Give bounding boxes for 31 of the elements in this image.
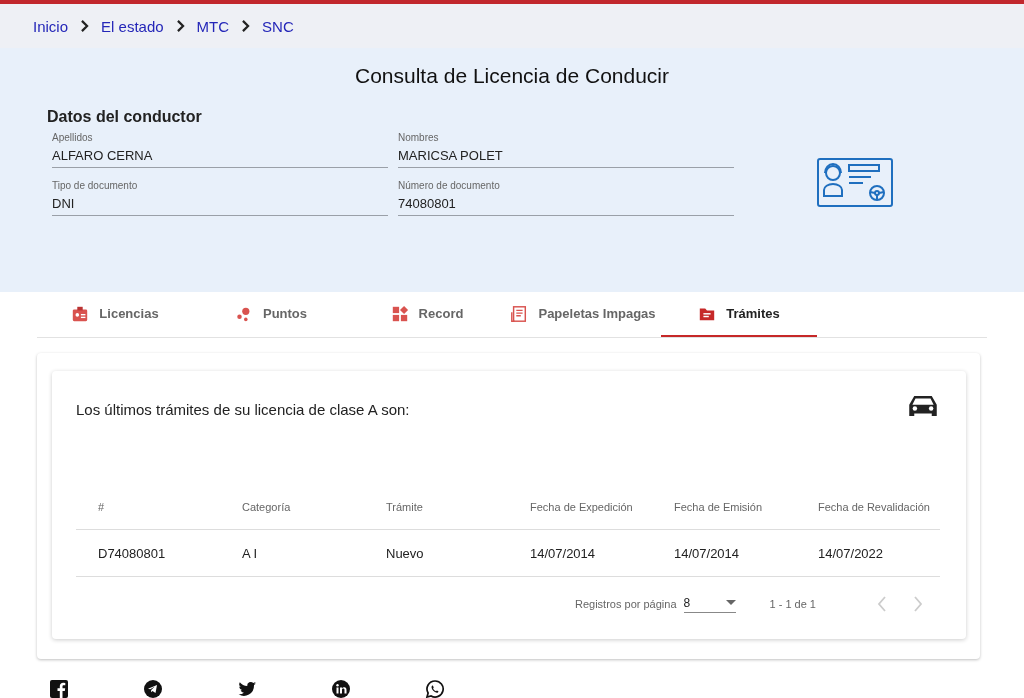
column-header: Fecha de Expedición (508, 485, 652, 530)
tab[interactable]: Trámites (661, 292, 817, 337)
table-cell: Nuevo (364, 529, 508, 577)
column-header: # (76, 485, 220, 530)
table-cell: 14/07/2014 (652, 529, 796, 577)
breadcrumb-link[interactable]: El estado (101, 17, 164, 35)
tab[interactable]: Record (349, 292, 505, 337)
rows-per-page-label: Registros por página (575, 598, 677, 610)
section-heading: Datos del conductor (47, 108, 203, 126)
rows-per-page-select[interactable]: 8 (683, 595, 736, 613)
column-header: Categoría (220, 485, 364, 530)
text-field[interactable]: Número de documento 74080801 (398, 180, 734, 216)
breadcrumb-link[interactable]: MTC (196, 17, 230, 35)
table-cell: A I (220, 529, 364, 577)
tab[interactable]: Puntos (193, 292, 349, 337)
tab[interactable]: Licencias (37, 292, 193, 337)
breadcrumb-link[interactable]: Inicio (33, 17, 69, 35)
text-field[interactable]: Apellidos ALFARO CERNA (52, 132, 388, 168)
table-cell: D74080801 (76, 529, 220, 577)
table-cell: 14/07/2022 (796, 529, 940, 577)
table-cell: 14/07/2014 (508, 529, 652, 577)
text-field[interactable]: Nombres MARICSA POLET (398, 132, 734, 168)
column-header: Fecha de Revalidación (796, 485, 940, 530)
breadcrumb-link[interactable]: SNC (262, 17, 294, 35)
page-title: Consulta de Licencia de Conducir (354, 64, 670, 88)
column-header: Fecha de Emisión (652, 485, 796, 530)
tab[interactable]: Papeletas Impagas (505, 292, 661, 337)
column-header: Trámite (364, 485, 508, 530)
page-range: 1 - 1 de 1 (769, 598, 816, 610)
card-heading: Los últimos trámites de su licencia de clase A son: (76, 401, 410, 418)
text-field[interactable]: Tipo de documento DNI (52, 180, 388, 216)
